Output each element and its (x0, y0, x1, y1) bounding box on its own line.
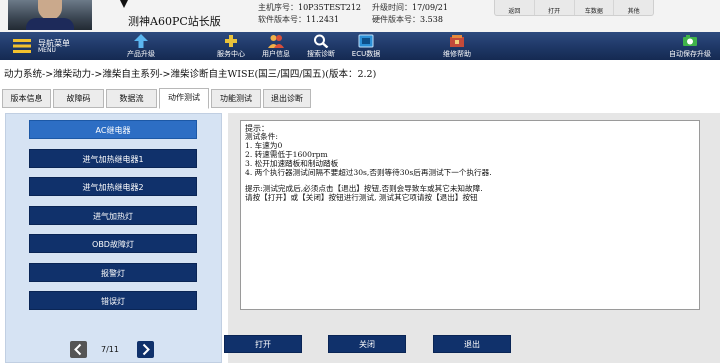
quick-panel: 返回 打开 车数据 其他 (494, 0, 654, 16)
station-name: 测神A60PC站长版 (128, 15, 221, 28)
service-center-button[interactable]: 服务中心 (210, 32, 252, 60)
auto-save-button[interactable]: 自动保存升级 (662, 32, 718, 60)
software-value: 11.2431 (306, 15, 340, 24)
nav-menu-button[interactable]: 导航菜单 MENU (6, 32, 94, 60)
brand-logo-icon (120, 0, 128, 8)
repair-help-label: 维修帮助 (443, 50, 471, 58)
quick-open-button[interactable]: 打开 (535, 0, 575, 15)
nav-menu-icon (13, 39, 31, 53)
search-diag-label: 搜索诊断 (307, 50, 335, 58)
hint-line: 4. 两个执行器测试间隔不要超过30s,否则等待30s后再测试下一个执行器. (245, 168, 492, 177)
chevron-left-icon (74, 343, 82, 356)
service-center-icon (225, 35, 237, 47)
actuator-list-pane: AC继电器 进气加热继电器1 进气加热继电器2 进气加热灯 OBD故障灯 报警灯… (5, 113, 222, 363)
upgrade-value: 17/09/21 (412, 3, 448, 12)
upgrade-time: 升级时间：17/09/21 (372, 2, 448, 13)
product-upgrade-button[interactable]: 产品升级 (118, 32, 164, 60)
upgrade-label: 升级时间： (372, 3, 412, 12)
quick-vehicle-data-button[interactable]: 车数据 (575, 0, 615, 15)
user-info-button[interactable]: 用户信息 (255, 32, 297, 60)
ecu-data-icon (358, 34, 374, 48)
upgrade-arrow-icon (134, 34, 148, 48)
auto-save-label: 自动保存升级 (669, 50, 711, 58)
actuator-ac-relay[interactable]: AC继电器 (29, 120, 197, 139)
host-label: 主机序号： (258, 3, 298, 12)
actuator-obd-fault-lamp[interactable]: OBD故障灯 (29, 234, 197, 253)
app-header: 测神A60PC站长版 主机序号：10P35TEST212 升级时间：17/09/… (0, 0, 720, 32)
prev-page-button[interactable] (70, 341, 87, 358)
repair-help-icon (450, 35, 464, 47)
search-icon (314, 34, 329, 48)
auto-save-icon (683, 35, 697, 46)
user-info-icon (268, 35, 284, 48)
product-upgrade-label: 产品升级 (127, 50, 155, 58)
actuator-alarm-lamp[interactable]: 报警灯 (29, 263, 197, 282)
tab-data-stream[interactable]: 数据流 (106, 89, 157, 108)
next-page-button[interactable] (137, 341, 154, 358)
chevron-right-icon (142, 343, 150, 356)
test-panel: 提示： 测试条件: 1. 车速为0 2. 转速需低于1600rpm 3. 松开加… (224, 113, 720, 363)
tab-bar: 版本信息 故障码 数据流 动作测试 功能测试 退出诊断 (0, 88, 720, 109)
page-indicator: 7/11 (101, 345, 119, 354)
software-label: 软件版本号： (258, 15, 306, 24)
host-value: 10P35TEST212 (298, 3, 362, 12)
tab-action-test[interactable]: 动作测试 (159, 88, 209, 109)
service-center-label: 服务中心 (217, 50, 245, 58)
actuator-intake-heater-lamp[interactable]: 进气加热灯 (29, 206, 197, 225)
actuator-intake-heater-relay-1[interactable]: 进气加热继电器1 (29, 149, 197, 168)
hint-line: 请按【打开】或【关闭】按钮进行测试, 测试其它项请按【退出】按钮 (245, 193, 478, 202)
hardware-label: 硬件版本号： (372, 15, 420, 24)
repair-help-button[interactable]: 维修帮助 (436, 32, 478, 60)
breadcrumb: 动力系统->潍柴动力->潍柴自主系列->潍柴诊断自主WISE(国三/国四/国五)… (4, 69, 377, 80)
close-button[interactable]: 关闭 (328, 335, 406, 353)
user-info-label: 用户信息 (262, 50, 290, 58)
hardware-value: 3.538 (420, 15, 443, 24)
nav-menu-label-en: MENU (38, 47, 56, 54)
open-button[interactable]: 打开 (224, 335, 302, 353)
host-number: 主机序号：10P35TEST212 (258, 2, 361, 13)
ecu-data-button[interactable]: ECU数据 (345, 32, 387, 60)
exit-button[interactable]: 退出 (433, 335, 511, 353)
main-toolbar: 导航菜单 MENU 产品升级 服务中心 用户信息 搜索诊断 ECU数据 维修帮助… (0, 32, 720, 60)
tab-version-info[interactable]: 版本信息 (2, 89, 51, 108)
ecu-data-label: ECU数据 (351, 50, 381, 58)
search-diag-button[interactable]: 搜索诊断 (300, 32, 342, 60)
quick-other-button[interactable]: 其他 (614, 0, 653, 15)
software-version: 软件版本号：11.2431 (258, 14, 339, 25)
quick-back-button[interactable]: 返回 (495, 0, 535, 15)
tab-exit-diagnosis[interactable]: 退出诊断 (263, 89, 311, 108)
hint-box: 提示： 测试条件: 1. 车速为0 2. 转速需低于1600rpm 3. 松开加… (240, 120, 700, 310)
hardware-version: 硬件版本号：3.538 (372, 14, 443, 25)
tab-function-test[interactable]: 功能测试 (211, 89, 261, 108)
user-photo (8, 0, 92, 30)
actuator-intake-heater-relay-2[interactable]: 进气加热继电器2 (29, 177, 197, 196)
actuator-error-lamp[interactable]: 错误灯 (29, 291, 197, 310)
tab-fault-codes[interactable]: 故障码 (53, 89, 104, 108)
